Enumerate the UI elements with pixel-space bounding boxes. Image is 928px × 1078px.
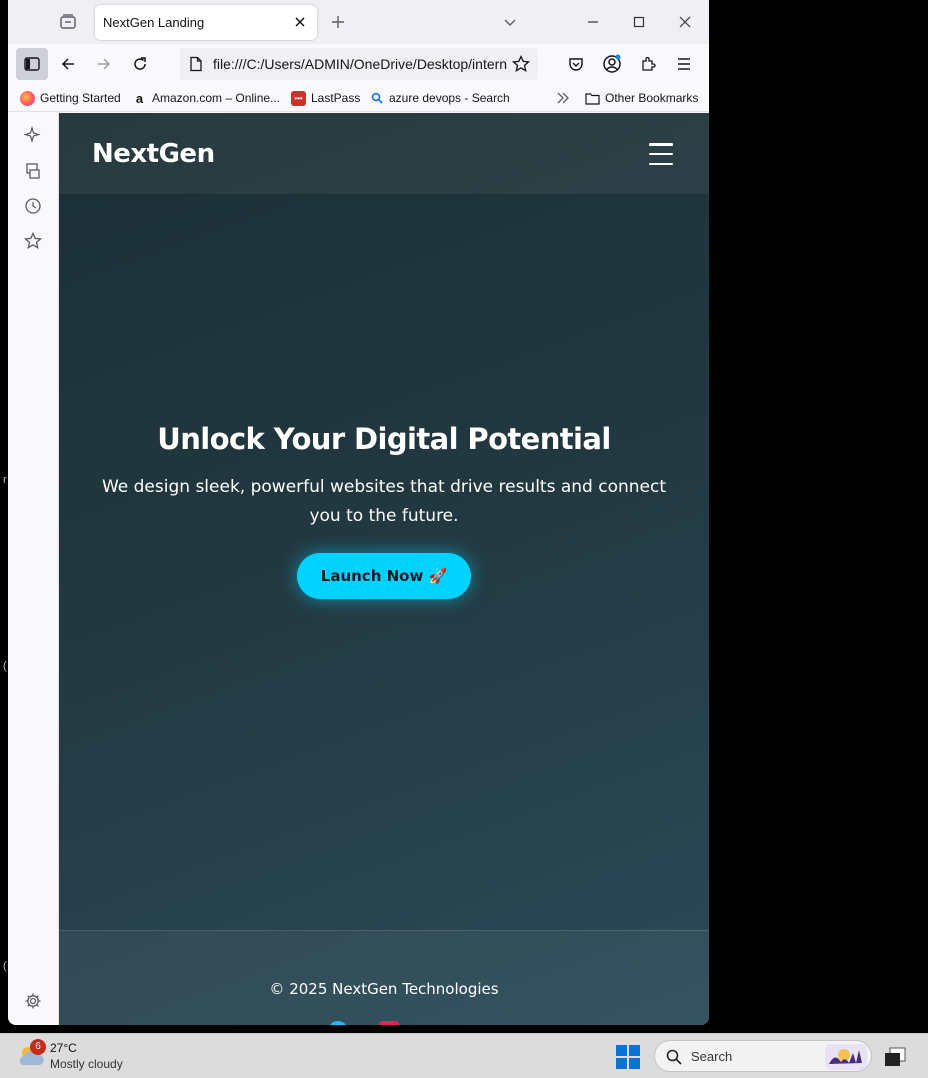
tab-title: NextGen Landing <box>103 15 205 30</box>
account-icon[interactable] <box>596 48 628 80</box>
pocket-icon[interactable] <box>560 48 592 80</box>
taskbar: 6 27°C Mostly cloudy Search <box>0 1033 928 1078</box>
desktop-edge-glyph: r <box>3 474 7 486</box>
amazon-icon: a <box>135 90 144 106</box>
sidebar-rail <box>8 113 59 1025</box>
desktop-edge-glyph: ( <box>3 660 7 672</box>
folder-icon <box>585 92 600 105</box>
taskbar-search[interactable]: Search <box>654 1040 872 1072</box>
bookmarks-toolbar: Getting Started a Amazon.com – Online...… <box>8 84 709 112</box>
launch-now-button[interactable]: Launch Now 🚀 <box>296 553 472 599</box>
close-window-icon[interactable] <box>671 8 699 36</box>
footer-copyright: © 2025 NextGen Technologies <box>269 980 499 998</box>
extensions-icon[interactable] <box>632 48 664 80</box>
firefox-icon <box>20 90 35 106</box>
page-viewport: NextGen Unlock Your Digital Potential We… <box>59 113 709 1025</box>
browser-window: NextGen Landing file:///C:/Users/ADMIN/O… <box>8 0 709 1025</box>
new-tab-icon[interactable] <box>328 12 348 32</box>
other-bookmarks[interactable]: Other Bookmarks <box>585 90 698 106</box>
hero-subtitle: We design sleek, powerful websites that … <box>101 477 667 526</box>
ai-chatbot-icon[interactable] <box>24 126 42 144</box>
site-footer: © 2025 NextGen Technologies <box>59 930 709 1025</box>
bookmark-lastpass[interactable]: ••• LastPass <box>291 90 360 106</box>
chevron-down-icon[interactable] <box>500 12 520 32</box>
page-icon <box>190 56 202 72</box>
url-bar[interactable]: file:///C:/Users/ADMIN/OneDrive/Desktop/… <box>180 48 538 80</box>
bookmark-label: Amazon.com – Online... <box>152 91 281 105</box>
maximize-icon[interactable] <box>625 8 653 36</box>
desktop-edge-glyph: ( <box>3 960 7 972</box>
tab-list-icon[interactable] <box>56 10 80 34</box>
other-bookmarks-label: Other Bookmarks <box>605 91 699 105</box>
bookmark-star-icon[interactable] <box>512 55 530 73</box>
menu-icon[interactable] <box>668 48 700 80</box>
windows-start-icon[interactable] <box>616 1045 640 1069</box>
gear-icon[interactable] <box>24 992 42 1010</box>
bookmark-label: azure devops - Search <box>389 91 510 105</box>
bookmark-amazon[interactable]: a Amazon.com – Online... <box>132 90 280 106</box>
tab-bar: NextGen Landing <box>8 0 709 44</box>
hero-section: Unlock Your Digital Potential We design … <box>59 413 709 599</box>
weather-description: Mostly cloudy <box>50 1057 123 1071</box>
hamburger-menu-icon[interactable] <box>649 143 673 165</box>
search-highlight-illustration-icon <box>825 1044 867 1070</box>
hero-title: Unlock Your Digital Potential <box>157 422 611 456</box>
app-window-icon[interactable] <box>884 1047 906 1067</box>
social-instagram-icon[interactable] <box>379 1021 399 1025</box>
chevron-double-right-icon[interactable] <box>556 90 570 106</box>
taskbar-search-placeholder: Search <box>691 1049 733 1064</box>
url-text[interactable]: file:///C:/Users/ADMIN/OneDrive/Desktop/… <box>213 56 507 72</box>
site-header: NextGen <box>59 113 709 194</box>
weather-alert-badge: 6 <box>30 1039 46 1055</box>
bookmark-getting-started[interactable]: Getting Started <box>20 90 121 106</box>
bookmark-azure-devops[interactable]: azure devops - Search <box>369 90 510 106</box>
navigation-toolbar: file:///C:/Users/ADMIN/OneDrive/Desktop/… <box>8 44 709 84</box>
back-arrow-icon[interactable] <box>52 48 84 80</box>
search-icon <box>666 1049 682 1065</box>
site-logo[interactable]: NextGen <box>92 139 215 169</box>
lastpass-icon: ••• <box>291 90 306 106</box>
social-twitter-icon[interactable] <box>328 1021 348 1025</box>
reload-icon[interactable] <box>124 48 156 80</box>
bookmarks-star-icon[interactable] <box>24 232 42 250</box>
weather-temperature: 27°C <box>50 1041 77 1055</box>
search-icon <box>369 91 384 106</box>
bookmark-label: LastPass <box>311 91 361 105</box>
close-tab-icon[interactable] <box>291 13 309 31</box>
active-tab[interactable]: NextGen Landing <box>95 5 317 40</box>
sidebar-toggle-icon[interactable] <box>16 48 48 80</box>
bookmark-label: Getting Started <box>40 91 121 105</box>
history-icon[interactable] <box>24 197 42 215</box>
forward-arrow-icon[interactable] <box>88 48 120 80</box>
minimize-icon[interactable] <box>579 8 607 36</box>
synced-tabs-icon[interactable] <box>24 162 42 180</box>
